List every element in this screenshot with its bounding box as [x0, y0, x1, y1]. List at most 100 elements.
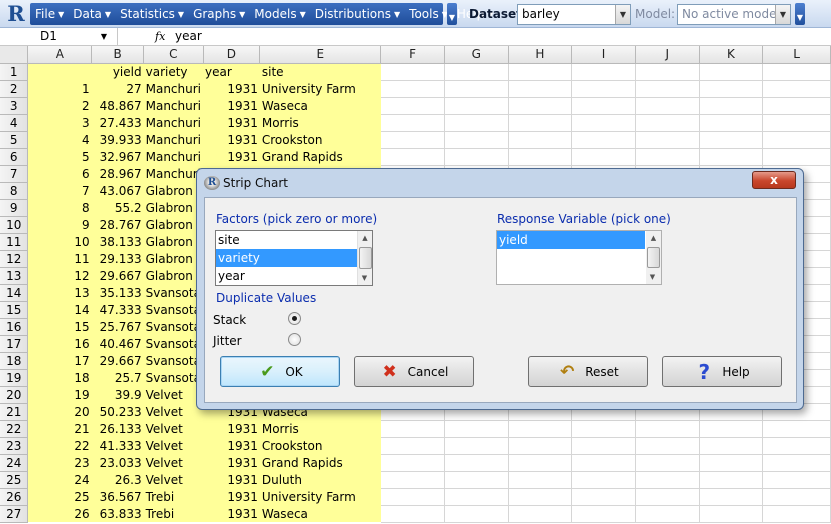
cell-b[interactable]: 39.9 [91, 386, 144, 403]
cell-a[interactable]: 12 [27, 267, 92, 284]
empty-cell[interactable] [635, 97, 700, 115]
row-header[interactable]: 5 [0, 131, 29, 149]
cell-a[interactable]: 9 [27, 216, 92, 233]
cell-c[interactable]: Svansota [143, 301, 203, 318]
cell-a[interactable]: 13 [27, 284, 92, 301]
chevron-down-icon[interactable]: ▼ [775, 5, 790, 24]
empty-cell[interactable] [699, 437, 764, 455]
empty-cell[interactable] [380, 420, 445, 438]
cell-d[interactable]: 1931 [203, 420, 260, 437]
scroll-thumb[interactable] [359, 247, 372, 269]
empty-cell[interactable] [508, 80, 573, 98]
cell-a[interactable]: 3 [27, 114, 92, 131]
empty-cell[interactable] [444, 80, 509, 98]
cell-b[interactable]: 27 [91, 80, 144, 97]
empty-cell[interactable] [380, 80, 445, 98]
cell-c[interactable]: Velvet [143, 454, 203, 471]
cell-b[interactable]: 39.933 [91, 131, 144, 148]
empty-cell[interactable] [444, 454, 509, 472]
cell-c[interactable]: Velvet [143, 420, 203, 437]
menu-tools[interactable]: Tools ▼ [404, 3, 452, 25]
column-header-j[interactable]: J [635, 46, 700, 64]
list-item[interactable]: site [216, 231, 372, 249]
cell-d[interactable]: 1931 [203, 131, 260, 148]
empty-cell[interactable] [762, 488, 831, 506]
cell-c[interactable]: Svansota [143, 335, 203, 352]
empty-cell[interactable] [444, 505, 509, 523]
column-header-d[interactable]: D [203, 46, 261, 64]
empty-cell[interactable] [571, 471, 636, 489]
row-header[interactable]: 11 [0, 233, 29, 251]
empty-cell[interactable] [762, 148, 831, 166]
empty-cell[interactable] [571, 114, 636, 132]
cell-c[interactable]: Velvet [143, 386, 203, 403]
cell-c[interactable]: Velvet [143, 403, 203, 420]
empty-cell[interactable] [635, 454, 700, 472]
empty-cell[interactable] [444, 63, 509, 81]
column-header-k[interactable]: K [699, 46, 764, 64]
menu-data[interactable]: Data ▼ [68, 3, 115, 25]
empty-cell[interactable] [699, 63, 764, 81]
row-header[interactable]: 19 [0, 369, 29, 387]
scroll-thumb[interactable] [647, 247, 660, 268]
help-button[interactable]: ? Help [662, 356, 782, 387]
empty-cell[interactable] [762, 454, 831, 472]
cancel-button[interactable]: ✖ Cancel [354, 356, 474, 387]
row-header[interactable]: 20 [0, 386, 29, 404]
cell-c[interactable]: Glabron [143, 267, 203, 284]
empty-cell[interactable] [635, 488, 700, 506]
stack-option[interactable]: Stack [213, 312, 301, 327]
column-header-i[interactable]: I [571, 46, 636, 64]
response-scrollbar[interactable]: ▲ ▼ [646, 231, 661, 284]
row-header[interactable]: 7 [0, 165, 29, 183]
empty-cell[interactable] [699, 97, 764, 115]
empty-cell[interactable] [762, 80, 831, 98]
cell-c[interactable]: Manchuri [143, 80, 203, 97]
empty-cell[interactable] [380, 114, 445, 132]
cell-c[interactable]: Manchuri [143, 97, 203, 114]
cell-b[interactable]: 25.767 [91, 318, 144, 335]
ok-button[interactable]: ✔ OK [220, 356, 340, 387]
cell-e[interactable]: Crookston [259, 131, 381, 148]
cell-b[interactable]: 55.2 [91, 199, 144, 216]
cell-b[interactable]: yield [91, 63, 144, 80]
empty-cell[interactable] [699, 80, 764, 98]
empty-cell[interactable] [571, 80, 636, 98]
empty-cell[interactable] [380, 63, 445, 81]
cell-d[interactable]: 1931 [203, 114, 260, 131]
empty-cell[interactable] [635, 420, 700, 438]
row-header[interactable]: 1 [0, 63, 29, 81]
cell-a[interactable]: 14 [27, 301, 92, 318]
column-header-e[interactable]: E [259, 46, 382, 64]
empty-cell[interactable] [508, 97, 573, 115]
list-item[interactable]: yield [497, 231, 645, 249]
cell-b[interactable]: 48.867 [91, 97, 144, 114]
row-header[interactable]: 23 [0, 437, 29, 455]
empty-cell[interactable] [444, 471, 509, 489]
empty-cell[interactable] [380, 488, 445, 506]
empty-cell[interactable] [444, 420, 509, 438]
empty-cell[interactable] [635, 471, 700, 489]
cell-b[interactable]: 29.667 [91, 352, 144, 369]
empty-cell[interactable] [508, 131, 573, 149]
cell-b[interactable]: 27.433 [91, 114, 144, 131]
empty-cell[interactable] [762, 131, 831, 149]
empty-cell[interactable] [508, 148, 573, 166]
column-header-h[interactable]: H [508, 46, 573, 64]
cell-d[interactable]: 1931 [203, 148, 260, 165]
cell-c[interactable]: Velvet [143, 437, 203, 454]
cell-c[interactable]: variety [143, 63, 203, 80]
empty-cell[interactable] [571, 505, 636, 523]
cell-b[interactable]: 41.333 [91, 437, 144, 454]
row-header[interactable]: 25 [0, 471, 29, 489]
empty-cell[interactable] [699, 471, 764, 489]
cell-b[interactable]: 29.133 [91, 250, 144, 267]
cell-a[interactable]: 16 [27, 335, 92, 352]
empty-cell[interactable] [699, 148, 764, 166]
list-item[interactable]: year [216, 267, 372, 285]
cell-a[interactable]: 11 [27, 250, 92, 267]
reset-button[interactable]: ↶ Reset [528, 356, 648, 387]
empty-cell[interactable] [444, 148, 509, 166]
row-header[interactable]: 17 [0, 335, 29, 353]
menu-graphs[interactable]: Graphs ▼ [188, 3, 249, 25]
